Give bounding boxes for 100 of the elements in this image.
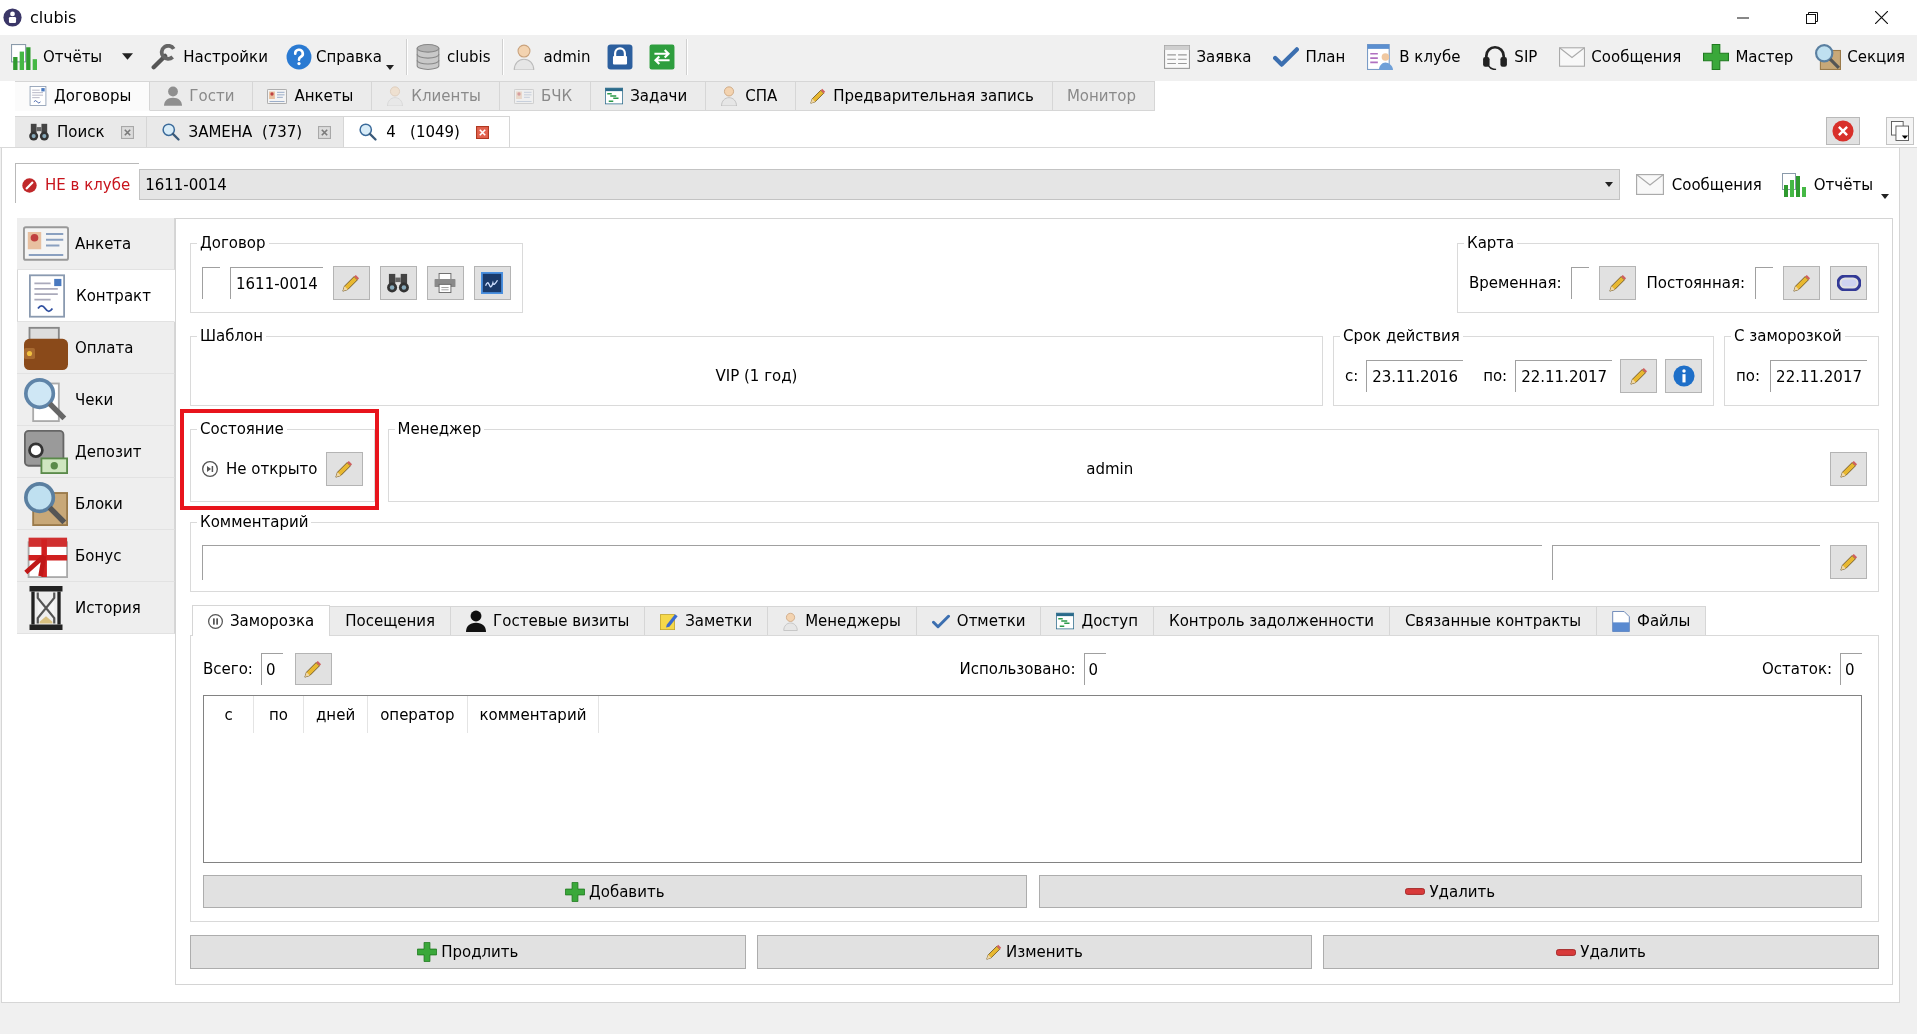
contract-combo[interactable]: 1611-0014 <box>139 169 1620 200</box>
tab[interactable]: Менеджеры <box>768 606 917 635</box>
tab[interactable]: Контроль задолженности <box>1154 606 1390 635</box>
toolbar-button[interactable]: Мастер <box>1699 38 1798 75</box>
magnifier-box-icon <box>24 481 68 526</box>
pencil-icon <box>1792 274 1811 292</box>
minimize-icon[interactable] <box>1737 16 1749 19</box>
pencil-icon <box>1608 274 1627 292</box>
count-field[interactable]: 0 <box>260 653 283 685</box>
swap-arrows-icon[interactable] <box>649 43 676 70</box>
sidebar-item[interactable]: Бонус <box>17 530 175 582</box>
toolbar-menu-button[interactable]: Отчёты <box>1777 166 1893 203</box>
action-button[interactable]: Изменить <box>756 935 1313 969</box>
id-card-icon <box>267 88 288 104</box>
window-title: clubis <box>30 8 77 27</box>
action-button[interactable]: Удалить <box>1323 935 1879 969</box>
sidebar-item[interactable]: Контракт <box>17 270 175 322</box>
sidebar-item[interactable]: Чеки <box>17 374 175 426</box>
action-button[interactable]: Продлить <box>190 935 746 969</box>
binoculars-icon <box>29 123 49 141</box>
field-label: Постоянная: <box>1646 274 1745 292</box>
caret-icon <box>386 64 395 70</box>
note-icon <box>660 612 679 630</box>
close-button[interactable] <box>1826 116 1860 145</box>
play-pause-icon <box>202 461 218 477</box>
tab[interactable]: Доступ <box>1041 606 1155 635</box>
tool-button[interactable] <box>1830 266 1867 300</box>
lock-icon[interactable] <box>607 43 634 70</box>
document-icon <box>29 273 65 318</box>
toolbar-button[interactable]: SIP <box>1478 38 1542 75</box>
tab[interactable]: Посещения <box>330 606 452 635</box>
column-header: комментарий <box>467 696 600 733</box>
group-title: Менеджер <box>396 419 483 439</box>
caret-icon <box>122 53 134 60</box>
close-icon[interactable] <box>475 125 489 139</box>
sidebar-item[interactable]: Депозит <box>17 426 175 478</box>
tool-button[interactable] <box>473 266 511 300</box>
pencil-icon <box>335 460 354 478</box>
toolbar-button[interactable]: Настройки <box>147 38 272 75</box>
toolbar-button[interactable]: Заявка <box>1160 38 1256 75</box>
plus-icon <box>417 942 438 962</box>
toolbar-button[interactable]: В клубе <box>1363 38 1465 75</box>
person-silhouette-icon <box>164 86 183 106</box>
toolbar-button[interactable]: admin <box>507 38 595 75</box>
toolbar-button[interactable]: Секция <box>1811 38 1909 75</box>
windows-button[interactable] <box>1886 116 1914 145</box>
magnifier-box-icon <box>1815 43 1842 70</box>
module-tab[interactable]: СПА <box>706 81 797 111</box>
toolbar-button[interactable]: clubis <box>411 38 495 75</box>
pencil-icon <box>342 274 361 292</box>
count-field[interactable]: 0 <box>1840 653 1862 685</box>
person-silhouette-icon <box>466 610 487 632</box>
wrench-icon <box>151 43 178 70</box>
file-icon <box>1612 610 1630 632</box>
group-title: Шаблон <box>199 326 265 346</box>
toolbar-button[interactable]: Сообщения <box>1631 166 1766 203</box>
headset-icon <box>1482 43 1509 70</box>
action-button[interactable]: Удалить <box>1038 875 1862 908</box>
module-tab[interactable]: Предварительная запись <box>796 81 1053 111</box>
module-tab[interactable]: Задачи <box>591 81 707 111</box>
tab[interactable]: Отметки <box>916 606 1042 635</box>
tab[interactable]: Заморозка <box>192 605 331 636</box>
action-button[interactable]: Добавить <box>203 875 1027 908</box>
module-tab[interactable]: Договоры <box>15 81 151 111</box>
close-icon[interactable] <box>1875 11 1888 24</box>
wallet-icon <box>24 325 68 370</box>
form-icon <box>1164 43 1191 70</box>
sidebar-item[interactable]: Блоки <box>17 478 175 530</box>
person-icon <box>720 86 739 106</box>
search-tab[interactable]: ЗАМЕНА (737) <box>146 116 345 147</box>
envelope-icon <box>1635 174 1664 195</box>
toolbar-button[interactable]: План <box>1269 38 1350 75</box>
search-tab[interactable]: 4 (1049) <box>344 116 510 147</box>
date-field[interactable]: 22.11.2017 <box>1515 360 1613 392</box>
person-icon <box>386 86 405 106</box>
restore-icon[interactable] <box>1806 11 1818 24</box>
tab[interactable]: Гостевые визиты <box>451 606 646 635</box>
tab[interactable]: Файлы <box>1597 606 1707 635</box>
tab[interactable]: Заметки <box>645 606 769 635</box>
field-label: Использовано: <box>959 660 1076 678</box>
tab[interactable]: Связанные контракты <box>1389 606 1597 635</box>
date-field[interactable]: 23.11.2016 <box>1366 360 1464 392</box>
sidebar-item[interactable]: Оплата <box>17 322 175 374</box>
group-title: Комментарий <box>199 512 310 532</box>
sidebar-item[interactable]: Анкета <box>17 218 175 270</box>
toolbar-menu-button[interactable]: Отчёты <box>7 38 138 75</box>
toolbar-menu-button[interactable]: Справка <box>281 38 399 75</box>
bar-chart-icon <box>11 43 37 70</box>
tool-button[interactable] <box>379 266 417 300</box>
contract-number-field[interactable]: 1611-0014 <box>230 267 323 299</box>
group-title: Договор <box>199 233 267 253</box>
signature-icon <box>481 272 504 294</box>
toolbar-button[interactable]: Сообщения <box>1555 38 1686 75</box>
module-tab[interactable]: Анкеты <box>253 81 373 111</box>
plus-icon <box>565 881 585 902</box>
check-icon <box>931 613 950 629</box>
count-field[interactable]: 0 <box>1083 653 1106 685</box>
sidebar-item[interactable]: История <box>17 582 175 634</box>
date-field[interactable]: 22.11.2017 <box>1770 360 1867 392</box>
search-tab[interactable]: Поиск <box>15 116 147 147</box>
